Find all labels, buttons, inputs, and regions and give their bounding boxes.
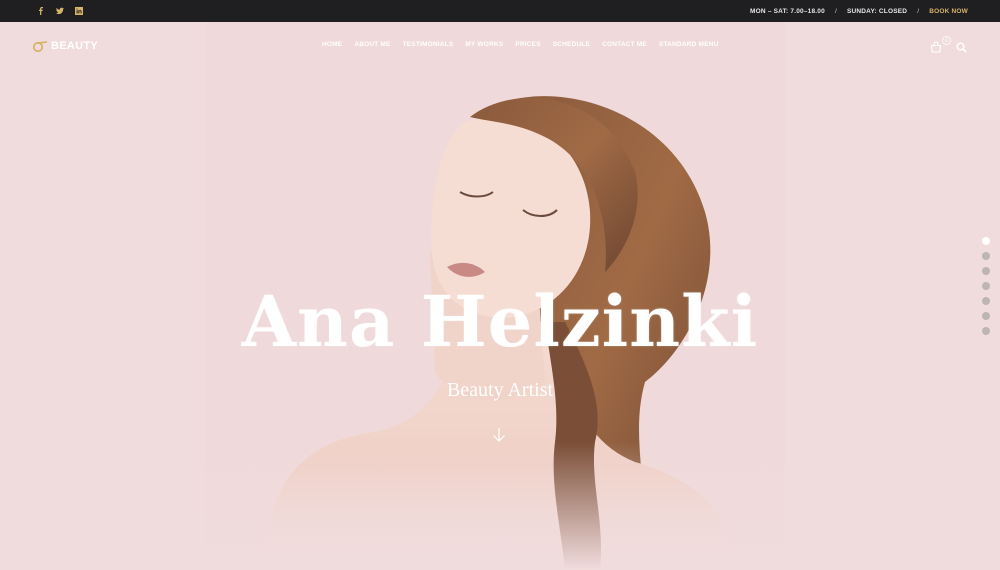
nav-item-my-works[interactable]: MY WORKS bbox=[465, 41, 503, 48]
nav-item-about-me[interactable]: ABOUT ME bbox=[354, 41, 390, 48]
cart-count-badge: 0 bbox=[942, 36, 951, 45]
logo-text: BEAUTY bbox=[51, 40, 99, 52]
nav-item-schedule[interactable]: SCHEDULE bbox=[553, 41, 590, 48]
section-dot[interactable] bbox=[982, 312, 990, 320]
top-bar: MON – SAT: 7.00–18.00 / SUNDAY: CLOSED /… bbox=[0, 0, 1000, 22]
nav-item-testimonials[interactable]: TESTIMONIALS bbox=[403, 41, 454, 48]
section-dot[interactable] bbox=[982, 237, 990, 245]
section-dot[interactable] bbox=[982, 327, 990, 335]
site-header: BEAUTY HOME ABOUT ME TESTIMONIALS MY WOR… bbox=[0, 22, 1000, 70]
top-info: MON – SAT: 7.00–18.00 / SUNDAY: CLOSED /… bbox=[750, 8, 968, 15]
social-links bbox=[36, 7, 83, 16]
section-dot[interactable] bbox=[982, 282, 990, 290]
nav-item-home[interactable]: HOME bbox=[322, 41, 342, 48]
separator: / bbox=[917, 7, 920, 15]
main-nav: HOME ABOUT ME TESTIMONIALS MY WORKS PRIC… bbox=[322, 41, 719, 48]
nav-item-contact-me[interactable]: CONTACT ME bbox=[602, 41, 647, 48]
hours-sunday: SUNDAY: CLOSED bbox=[846, 7, 908, 15]
scroll-down-arrow-icon[interactable] bbox=[490, 426, 508, 444]
hours-weekdays: MON – SAT: 7.00–18.00 bbox=[750, 7, 825, 15]
section-dot[interactable] bbox=[982, 297, 990, 305]
facebook-icon[interactable] bbox=[36, 7, 45, 16]
logo-mark-icon bbox=[32, 40, 48, 52]
hero-title: Ana Helzinki bbox=[241, 280, 759, 363]
hero-subtitle: Beauty Artist bbox=[446, 379, 554, 401]
separator: / bbox=[834, 7, 837, 15]
nav-item-standard-menu[interactable]: STANDARD MENU bbox=[659, 41, 719, 48]
section-dot[interactable] bbox=[982, 267, 990, 275]
linkedin-icon[interactable] bbox=[74, 7, 83, 16]
book-now-link[interactable]: BOOK NOW bbox=[929, 8, 968, 15]
cart-icon[interactable] bbox=[930, 40, 942, 53]
section-dot[interactable] bbox=[982, 252, 990, 260]
nav-item-prices[interactable]: PRICES bbox=[515, 41, 540, 48]
search-icon[interactable] bbox=[956, 40, 967, 53]
twitter-icon[interactable] bbox=[55, 7, 64, 16]
section-nav-dots bbox=[982, 237, 990, 335]
logo[interactable]: BEAUTY bbox=[32, 40, 98, 52]
